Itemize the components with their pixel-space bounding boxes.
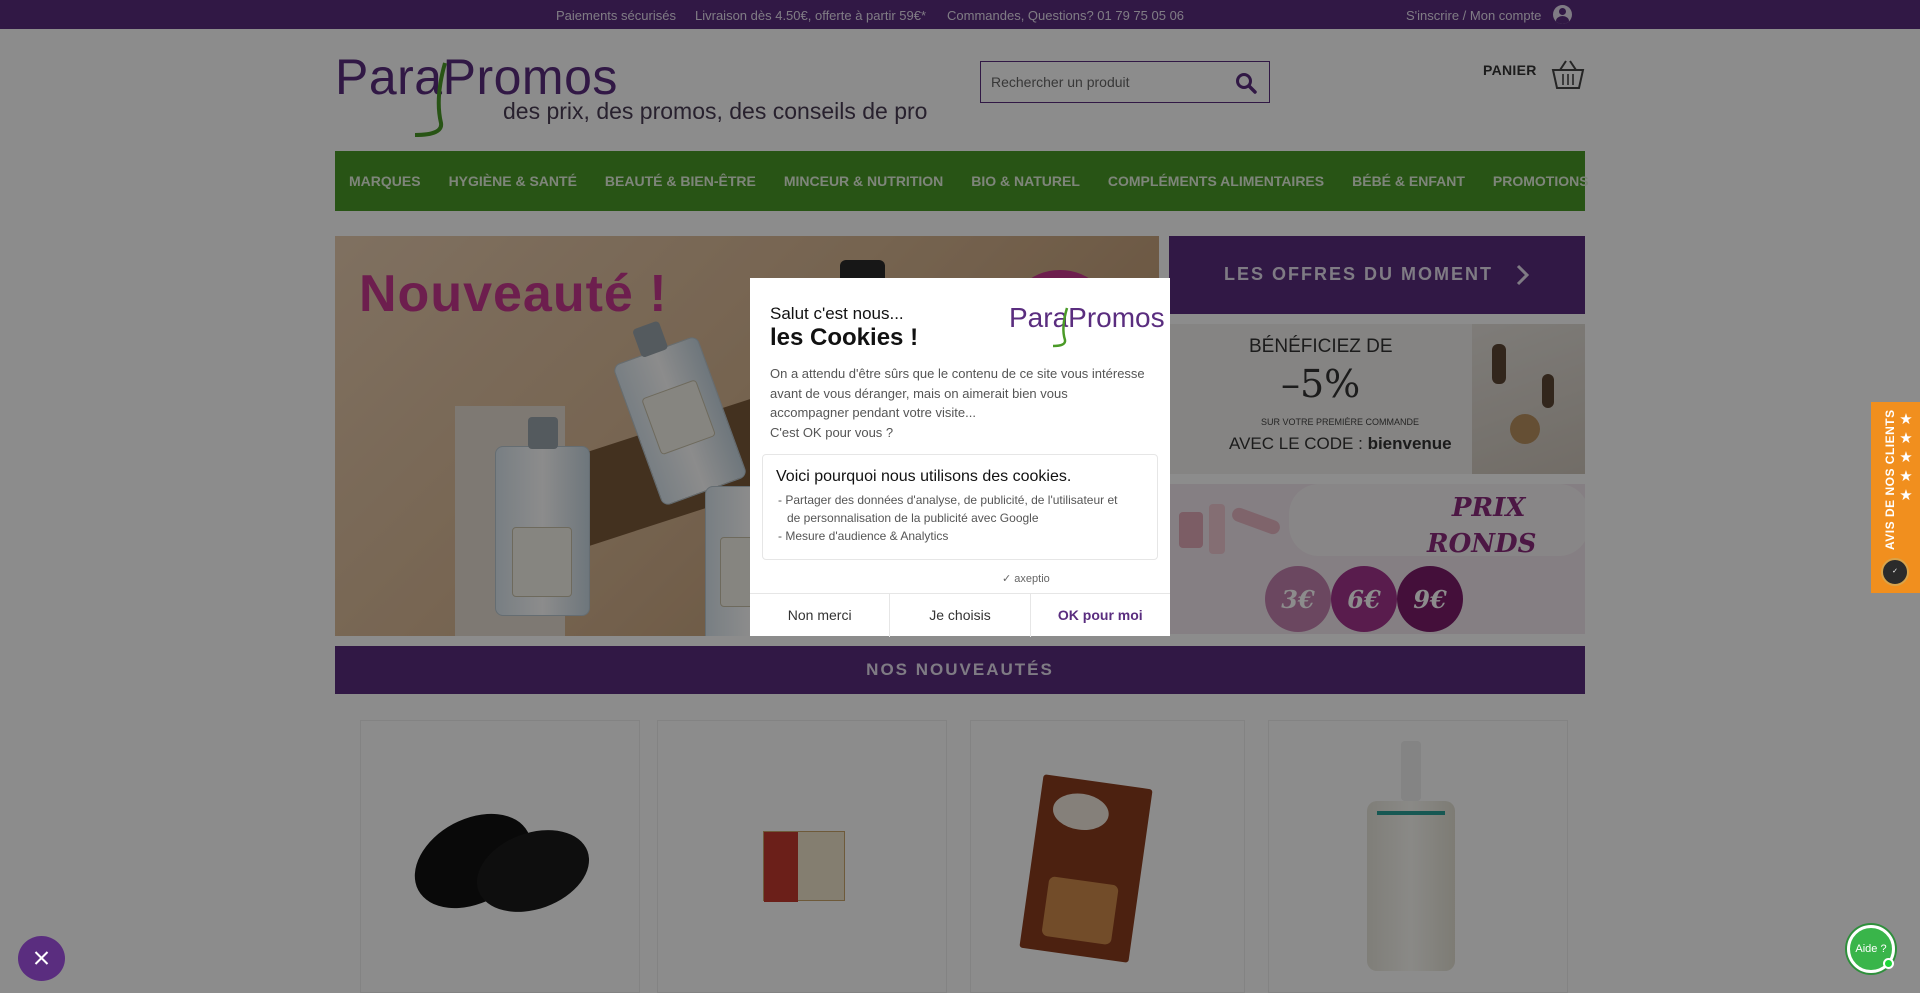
cookie-greeting: Salut c'est nous...	[770, 304, 904, 323]
star-rating-icon: ★ ★ ★ ★ ★	[1899, 411, 1913, 504]
close-icon[interactable]	[18, 936, 65, 981]
cookie-purposes-box: Voici pourquoi nous utilisons des cookie…	[762, 454, 1158, 560]
choose-cookies-button[interactable]: Je choisis	[890, 594, 1031, 637]
cookie-purpose-item: - Partager des données d'analyse, de pub…	[778, 493, 1118, 507]
cookie-purpose-item: - Mesure d'audience & Analytics	[778, 529, 949, 543]
cookie-purposes-title: Voici pourquoi nous utilisons des cookie…	[776, 468, 1072, 485]
online-status-dot	[1883, 958, 1894, 969]
reviews-label: AVIS DE NOS CLIENTS	[1883, 409, 1897, 550]
cookie-purpose-item: de personnalisation de la publicité avec…	[787, 511, 1039, 525]
customer-reviews-tab[interactable]: AVIS DE NOS CLIENTS ★ ★ ★ ★ ★ ✓	[1871, 402, 1920, 593]
cookie-intro: On a attendu d'être sûrs que le contenu …	[770, 366, 1145, 440]
cookie-brand-logo: ParaPromos	[1009, 300, 1165, 348]
cookie-title: les Cookies !	[770, 324, 919, 351]
help-chat-button[interactable]: Aide ?	[1847, 925, 1895, 973]
cookie-actions: Non merci Je choisis OK pour moi	[750, 593, 1170, 637]
verified-reviews-seal-icon: ✓	[1881, 558, 1909, 586]
check-icon: ✓	[1002, 573, 1015, 585]
help-label: Aide ?	[1855, 943, 1887, 955]
accept-cookies-button[interactable]: OK pour moi	[1031, 594, 1170, 637]
cookie-consent-dialog: Salut c'est nous... les Cookies ! ParaPr…	[750, 278, 1170, 637]
axeptio-credit[interactable]: ✓ axeptio	[1002, 572, 1050, 585]
refuse-cookies-button[interactable]: Non merci	[750, 594, 891, 637]
